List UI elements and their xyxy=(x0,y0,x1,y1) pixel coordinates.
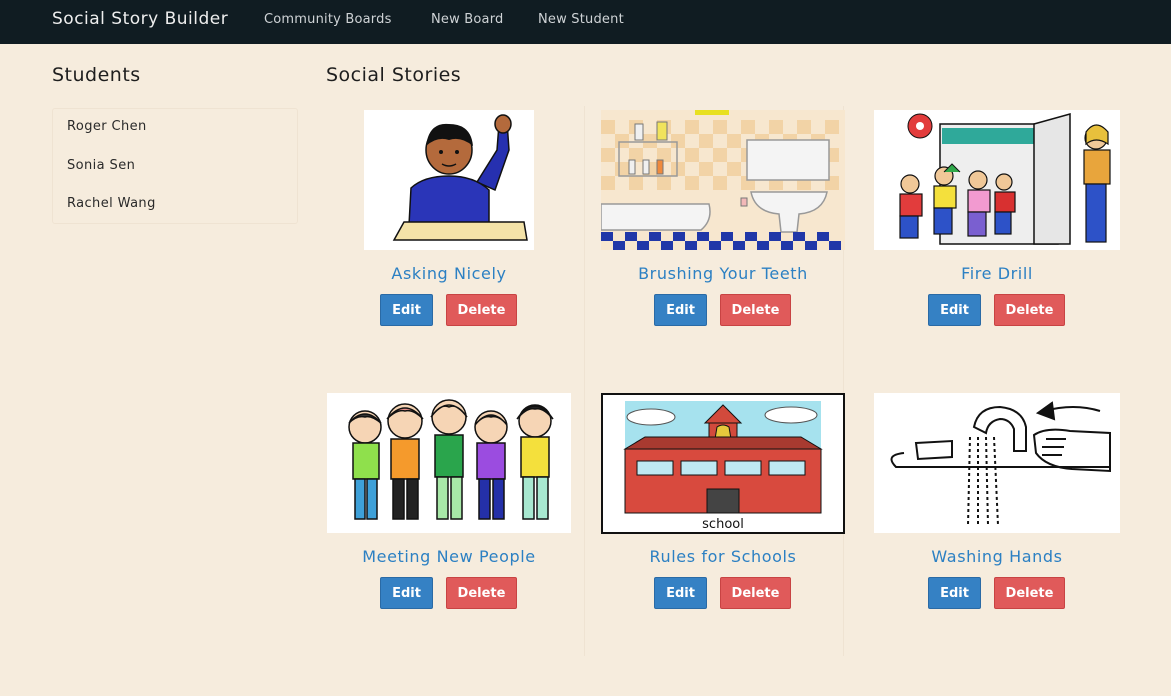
story-card: Meeting New People Edit Delete xyxy=(312,391,586,661)
hand-washing-icon[interactable] xyxy=(860,391,1134,535)
school-caption: school xyxy=(702,517,744,532)
delete-button[interactable]: Delete xyxy=(720,294,791,326)
edit-button[interactable]: Edit xyxy=(380,577,433,609)
story-card: Brushing Your Teeth Edit Delete xyxy=(586,108,860,378)
delete-button[interactable]: Delete xyxy=(994,294,1065,326)
fire-drill-icon[interactable] xyxy=(860,108,1134,252)
edit-button[interactable]: Edit xyxy=(654,294,707,326)
story-title-washing-hands[interactable]: Washing Hands xyxy=(860,547,1134,566)
story-title-rules-for-schools[interactable]: Rules for Schools xyxy=(586,547,860,566)
delete-button[interactable]: Delete xyxy=(720,577,791,609)
edit-button[interactable]: Edit xyxy=(928,294,981,326)
nav-community-boards[interactable]: Community Boards xyxy=(264,12,392,27)
nav-new-student[interactable]: New Student xyxy=(538,12,624,27)
story-card: Fire Drill Edit Delete xyxy=(860,108,1134,378)
delete-button[interactable]: Delete xyxy=(446,577,517,609)
students-heading: Students xyxy=(52,64,141,86)
bathroom-icon[interactable] xyxy=(586,108,860,252)
school-building-icon[interactable]: school xyxy=(586,391,860,535)
student-raising-hand-icon[interactable] xyxy=(312,108,586,252)
story-title-meeting-new-people[interactable]: Meeting New People xyxy=(312,547,586,566)
edit-button[interactable]: Edit xyxy=(380,294,433,326)
edit-button[interactable]: Edit xyxy=(654,577,707,609)
story-title-fire-drill[interactable]: Fire Drill xyxy=(860,264,1134,283)
delete-button[interactable]: Delete xyxy=(446,294,517,326)
story-card: Asking Nicely Edit Delete xyxy=(312,108,586,378)
story-card: school Rules for Schools Edit Delete xyxy=(586,391,860,661)
student-item-rachel-wang[interactable]: Rachel Wang xyxy=(67,196,156,211)
student-item-sonia-sen[interactable]: Sonia Sen xyxy=(67,158,135,173)
story-title-asking-nicely[interactable]: Asking Nicely xyxy=(312,264,586,283)
story-card: Washing Hands Edit Delete xyxy=(860,391,1134,661)
edit-button[interactable]: Edit xyxy=(928,577,981,609)
page-title: Social Stories xyxy=(326,64,462,86)
navbar: Social Story Builder Community Boards Ne… xyxy=(0,0,1171,44)
nav-new-board[interactable]: New Board xyxy=(431,12,504,27)
brand-link[interactable]: Social Story Builder xyxy=(52,9,228,29)
delete-button[interactable]: Delete xyxy=(994,577,1065,609)
story-title-brushing-your-teeth[interactable]: Brushing Your Teeth xyxy=(586,264,860,283)
student-item-roger-chen[interactable]: Roger Chen xyxy=(67,119,147,134)
group-of-friends-icon[interactable] xyxy=(312,391,586,535)
student-list: Roger Chen Sonia Sen Rachel Wang xyxy=(52,108,298,224)
